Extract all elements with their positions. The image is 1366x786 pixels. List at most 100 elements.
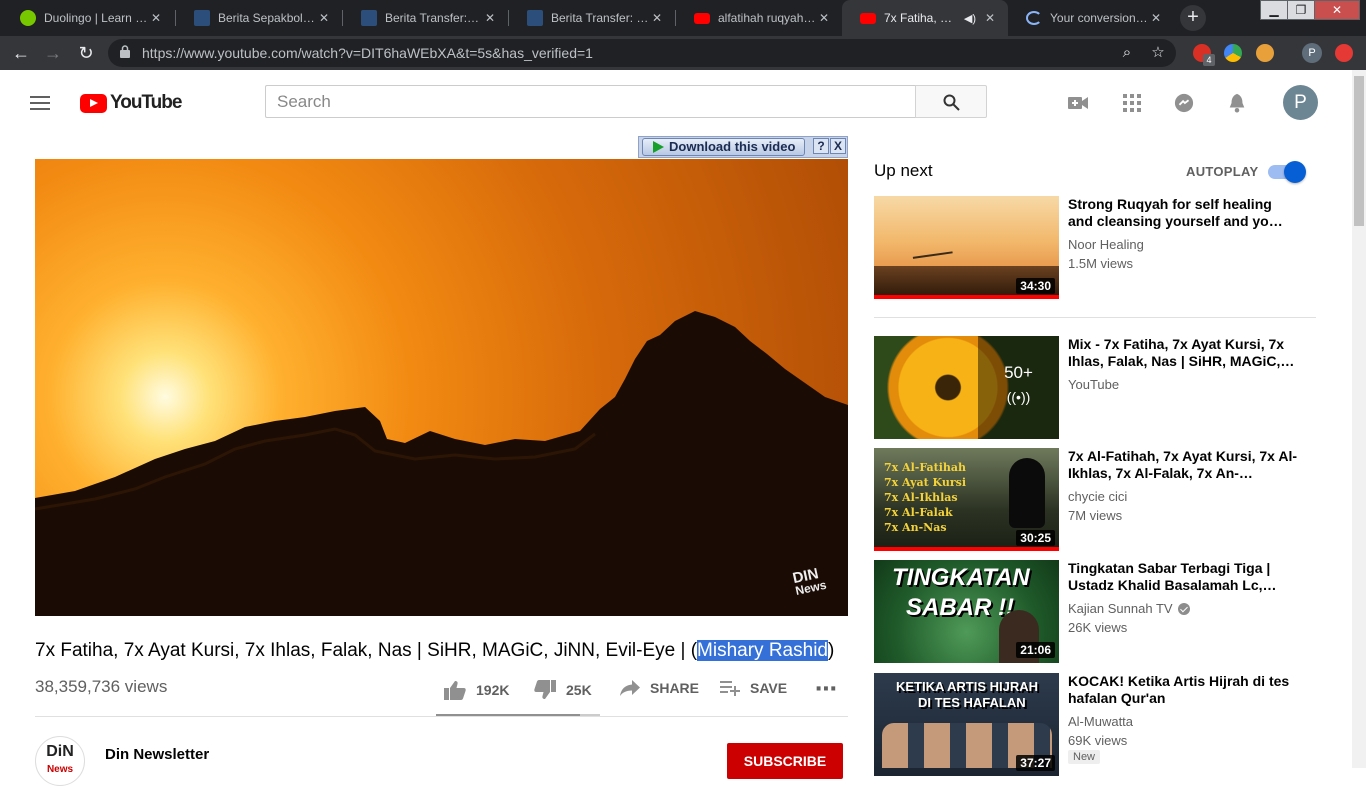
thumbnail-text: TINGKATAN <box>892 564 1030 591</box>
close-icon[interactable]: X <box>830 138 846 154</box>
thumbnail-text: DI TES HAFALAN <box>918 695 1026 710</box>
close-window-button[interactable]: ✕ <box>1314 0 1360 20</box>
mix-radio-icon: ((•)) <box>1006 389 1031 405</box>
channel-name[interactable]: Din Newsletter <box>105 746 209 763</box>
create-video-icon[interactable] <box>1067 93 1089 113</box>
youtube-masthead: YouTube Search P <box>0 70 1352 133</box>
browser-tab[interactable]: Berita Transfer: Barcelona ✕ <box>509 0 675 36</box>
messages-icon[interactable] <box>1173 93 1195 113</box>
youtube-favicon-icon <box>694 12 710 24</box>
browser-tab-active[interactable]: 7x Fatiha, 7x Ayat Kursi ◀) ✕ <box>842 0 1008 36</box>
recommended-video-title[interactable]: KOCAK! Ketika Artis Hijrah di tes hafala… <box>1068 673 1298 707</box>
video-thumbnail[interactable]: 50+ ((•)) <box>874 336 1059 439</box>
reload-icon[interactable]: ↻ <box>75 42 97 64</box>
close-tab-icon[interactable]: ✕ <box>1148 11 1164 25</box>
close-tab-icon[interactable]: ✕ <box>649 11 665 25</box>
new-tab-button[interactable]: + <box>1180 5 1206 31</box>
youtube-logo[interactable]: YouTube <box>80 92 182 114</box>
channel-avatar[interactable]: DiN News <box>35 736 85 786</box>
duration-badge: 21:06 <box>1016 642 1055 658</box>
recommended-video-title[interactable]: Mix - 7x Fatiha, 7x Ayat Kursi, 7x Ihlas… <box>1068 336 1298 370</box>
recommended-video[interactable]: TINGKATAN SABAR !! 21:06 Tingkatan Sabar… <box>874 560 1316 663</box>
thumbnail-text: 7x Al-Fatihah 7x Ayat Kursi 7x Al-Ikhlas… <box>884 460 966 535</box>
forward-arrow-icon[interactable]: → <box>42 42 64 64</box>
video-thumbnail[interactable]: 7x Al-Fatihah 7x Ayat Kursi 7x Al-Ikhlas… <box>874 448 1059 551</box>
more-actions-icon[interactable]: ⋯ <box>815 676 837 702</box>
watched-progress-bar <box>874 295 1059 299</box>
recommended-video-title[interactable]: Strong Ruqyah for self healing and clean… <box>1068 196 1298 230</box>
tab-title: Your conversion is ready <box>1050 11 1148 25</box>
extension-owl-icon[interactable] <box>1256 44 1274 62</box>
menu-hamburger-icon[interactable] <box>30 96 50 110</box>
recommended-channel[interactable]: YouTube <box>1068 377 1119 392</box>
recommended-video[interactable]: 34:30 Strong Ruqyah for self healing and… <box>874 196 1316 299</box>
thumbnail-text-line: 7x Al-Ikhlas <box>884 491 958 504</box>
maximize-window-button[interactable]: ❐ <box>1287 0 1315 20</box>
recommended-channel[interactable]: Al-Muwatta <box>1068 714 1133 729</box>
duration-badge: 37:27 <box>1016 755 1055 771</box>
like-count: 192K <box>476 682 510 698</box>
search-input[interactable]: Search <box>265 85 916 118</box>
selected-text: Mishary Rashid <box>697 640 828 661</box>
close-tab-icon[interactable]: ✕ <box>316 11 332 25</box>
video-player[interactable]: DIN News <box>35 159 848 616</box>
recommended-video[interactable]: KETIKA ARTIS HIJRAH DI TES HAFALAN 37:27… <box>874 673 1316 776</box>
browser-tab[interactable]: Berita Sepakbola, Liga ✕ <box>176 0 342 36</box>
browser-tab[interactable]: Your conversion is ready ✕ <box>1008 0 1174 36</box>
browser-tab[interactable]: Duolingo | Learn Japanese ✕ <box>2 0 174 36</box>
minimize-window-button[interactable]: ▁ <box>1260 0 1288 20</box>
browser-profile-avatar[interactable]: P <box>1302 43 1322 63</box>
mix-overlay: 50+ ((•)) <box>978 336 1059 439</box>
recommended-video-title[interactable]: 7x Al-Fatihah, 7x Ayat Kursi, 7x Al-Ikhl… <box>1068 448 1298 482</box>
account-avatar[interactable]: P <box>1283 85 1318 120</box>
video-thumbnail[interactable]: KETIKA ARTIS HIJRAH DI TES HAFALAN 37:27 <box>874 673 1059 776</box>
autoplay-toggle[interactable] <box>1268 161 1308 183</box>
address-bar[interactable]: https://www.youtube.com/watch?v=DIT6haWE… <box>108 39 1176 67</box>
share-button[interactable]: SHARE <box>620 680 699 696</box>
extension-color-icon[interactable] <box>1224 44 1242 62</box>
recommended-channel[interactable]: Noor Healing <box>1068 237 1144 252</box>
subscribe-button[interactable]: SUBSCRIBE <box>727 743 843 779</box>
help-icon[interactable]: ? <box>813 138 829 154</box>
search-button[interactable] <box>915 85 987 118</box>
youtube-play-logo-icon <box>80 93 107 113</box>
bookmark-star-icon[interactable]: ☆ <box>1149 44 1167 62</box>
close-tab-icon[interactable]: ✕ <box>148 11 164 25</box>
duration-badge: 30:25 <box>1016 530 1055 546</box>
recommended-channel[interactable]: chycie cici <box>1068 489 1127 504</box>
like-button[interactable]: 192K <box>444 680 509 700</box>
new-badge: New <box>1068 750 1101 764</box>
watched-progress-bar <box>874 547 1059 551</box>
tab-title: Berita Transfer: Barcelona <box>551 11 649 25</box>
audio-playing-icon[interactable]: ◀) <box>964 12 976 25</box>
close-tab-icon[interactable]: ✕ <box>482 11 498 25</box>
video-thumbnail[interactable]: TINGKATAN SABAR !! 21:06 <box>874 560 1059 663</box>
save-button[interactable]: SAVE <box>720 680 787 696</box>
scrollbar-thumb[interactable] <box>1354 76 1364 226</box>
browser-tab[interactable]: Berita Transfer: Prediksi ✕ <box>343 0 508 36</box>
download-video-button[interactable]: Download this video <box>642 138 805 156</box>
extension-upload-icon[interactable] <box>1335 44 1353 62</box>
close-tab-icon[interactable]: ✕ <box>816 11 832 25</box>
thumbnail-text-line: 7x Al-Falak <box>884 506 953 519</box>
dislike-button[interactable]: 25K <box>534 680 592 700</box>
video-title: 7x Fatiha, 7x Ayat Kursi, 7x Ihlas, Fala… <box>35 640 834 662</box>
recommended-mix[interactable]: 50+ ((•)) Mix - 7x Fatiha, 7x Ayat Kursi… <box>874 336 1316 439</box>
search-icon <box>943 94 960 111</box>
zoom-icon[interactable]: ⌕ <box>1118 44 1136 62</box>
recommended-video-title[interactable]: Tingkatan Sabar Terbagi Tiga | Ustadz Kh… <box>1068 560 1298 594</box>
close-tab-icon[interactable]: ✕ <box>982 11 998 25</box>
notifications-bell-icon[interactable] <box>1226 93 1248 113</box>
recommended-video[interactable]: 7x Al-Fatihah 7x Ayat Kursi 7x Al-Ikhlas… <box>874 448 1316 551</box>
browser-tab-strip: Duolingo | Learn Japanese ✕ Berita Sepak… <box>0 0 1366 36</box>
channel-name-text: Kajian Sunnah TV <box>1068 601 1173 616</box>
channel-name-text: chycie cici <box>1068 489 1128 504</box>
video-thumbnail[interactable]: 34:30 <box>874 196 1059 299</box>
back-arrow-icon[interactable]: ← <box>10 42 32 64</box>
up-next-heading: Up next <box>874 161 933 180</box>
recommended-channel[interactable]: Kajian Sunnah TV <box>1068 601 1190 616</box>
apps-grid-icon[interactable] <box>1121 93 1143 113</box>
thumbnail-text-line: 7x An-Nas <box>884 521 947 534</box>
browser-toolbar: ← → ↻ https://www.youtube.com/watch?v=DI… <box>0 36 1366 70</box>
browser-tab[interactable]: alfatihah ruqyah - YouTube ✕ <box>676 0 842 36</box>
